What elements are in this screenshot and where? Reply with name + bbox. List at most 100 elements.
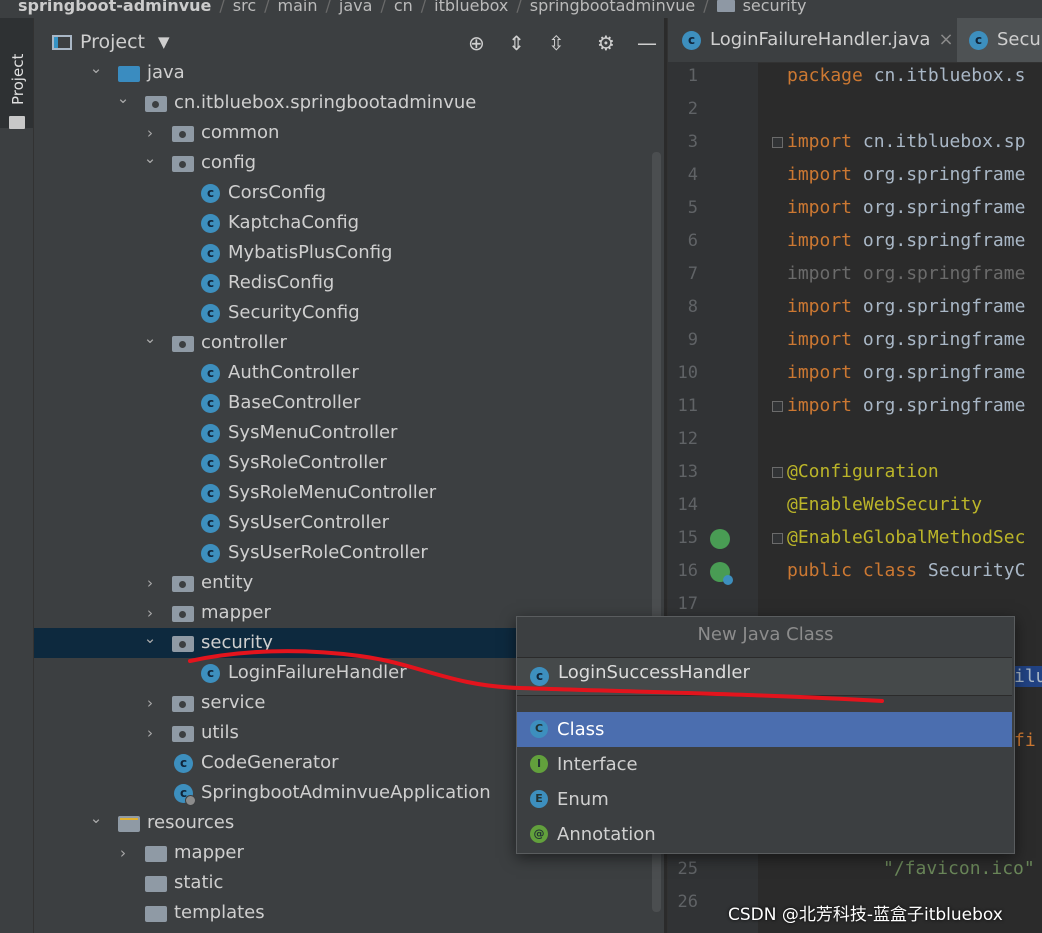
tree-item-label: CorsConfig [228,182,327,203]
chevron-down-icon[interactable]: ⌄ [88,803,104,833]
kind-option-enum[interactable]: E Enum [517,782,1012,817]
tree-item[interactable]: c SysRoleController [34,448,664,478]
tab-loginfailurehandler[interactable]: c LoginFailureHandler.java × [668,18,954,62]
kind-option-label: Annotation [557,824,656,845]
tree-item-label: LoginFailureHandler [228,662,407,683]
minimize-icon[interactable]: — [637,31,657,55]
line-number: 16 [677,561,698,581]
tree-item[interactable]: › common [34,118,664,148]
chevron-down-icon[interactable]: ⌄ [88,53,104,83]
breadcrumb-item[interactable]: itbluebox [434,0,508,13]
tree-item-label: utils [201,722,239,743]
tree-item[interactable]: ⌄ config [34,148,664,178]
breadcrumb-separator: / [516,0,522,15]
chevron-right-icon[interactable]: › [142,688,158,718]
code-line: @EnableGlobalMethodSec [787,527,1025,548]
folder-icon [145,876,167,892]
class-icon: c [201,454,220,473]
tree-item-label: KaptchaConfig [228,212,360,233]
class-icon: c [201,244,220,263]
spring-bean-icon[interactable] [710,562,733,585]
locate-icon[interactable]: ⊕ [468,31,485,55]
breadcrumb-item[interactable]: springboot-adminvue [0,0,211,13]
tree-item[interactable]: c SysRoleMenuController [34,478,664,508]
chevron-right-icon[interactable]: › [142,568,158,598]
tree-item[interactable]: c KaptchaConfig [34,208,664,238]
chevron-down-icon[interactable]: ⌄ [142,323,158,353]
tree-item[interactable]: c SysUserController [34,508,664,538]
tree-item[interactable]: c SysUserRoleController [34,538,664,568]
class-name-input[interactable]: c LoginSuccessHandler [517,657,1012,696]
project-view-selector[interactable]: Project [80,31,145,53]
code-token: cn.itbluebox.s [873,65,1026,86]
kind-option-annotation[interactable]: @ Annotation [517,817,1012,852]
tree-item[interactable]: static [34,868,664,898]
tree-item[interactable]: c CorsConfig [34,178,664,208]
line-number: 2 [687,99,698,119]
class-icon: c [682,31,701,50]
tree-item-label: templates [174,902,265,923]
package-icon [172,126,194,142]
code-token: import [787,230,863,251]
kind-option-class[interactable]: C Class [517,712,1012,747]
expand-all-icon[interactable]: ⇕ [508,31,525,55]
fold-marker-icon[interactable] [772,137,783,148]
gear-icon[interactable]: ⚙ [597,31,615,55]
code-line: import org.springframe [787,296,1025,317]
breadcrumb-item[interactable]: java [339,0,373,13]
tree-item[interactable]: ⌄ cn.itbluebox.springbootadminvue [34,88,664,118]
code-line: import org.springframe [787,329,1025,350]
breadcrumb-item[interactable]: main [278,0,318,13]
breadcrumb-item[interactable]: springbootadminvue [530,0,695,13]
package-icon [172,696,194,712]
breadcrumb-separator: / [380,0,386,15]
project-panel-header: Project ▼ ⊕ ⇕ ⇳ ⚙ — [34,28,664,58]
code-fragment: ilu [1014,666,1042,687]
fold-marker-icon[interactable] [772,467,783,478]
project-tool-button[interactable]: Project [0,18,33,129]
tab-securityconfig[interactable]: c Secur [957,18,1042,62]
line-number: 7 [687,264,698,284]
folder-icon [9,116,25,129]
tree-item[interactable]: templates [34,898,664,928]
tree-item[interactable]: c SysMenuController [34,418,664,448]
tree-item[interactable]: c AuthController [34,358,664,388]
collapse-all-icon[interactable]: ⇳ [548,31,565,55]
code-token: package [787,65,874,86]
fold-marker-icon[interactable] [772,533,783,544]
project-tool-label: Project [9,53,27,105]
tree-item[interactable]: c RedisConfig [34,268,664,298]
line-number: 13 [677,462,698,482]
chevron-right-icon[interactable]: › [115,838,131,868]
class-name-value[interactable]: LoginSuccessHandler [558,662,750,683]
tree-item-label: config [201,152,257,173]
code-token: @Configuration [787,461,939,482]
code-token: "/favicon.ico" [883,858,1035,879]
chevron-right-icon[interactable]: › [142,718,158,748]
code-token: org.springframe [862,329,1026,350]
fold-marker-icon[interactable] [772,401,783,412]
code-line: @EnableWebSecurity [787,494,982,515]
kind-option-interface[interactable]: I Interface [517,747,1012,782]
chevron-down-icon[interactable]: ⌄ [142,143,158,173]
breadcrumb-item[interactable]: security [743,0,807,13]
code-token: import [787,362,863,383]
code-token: SecurityC [927,560,1026,581]
tree-item[interactable]: › entity [34,568,664,598]
tree-item[interactable]: c MybatisPlusConfig [34,238,664,268]
breadcrumb-item[interactable]: src [233,0,256,13]
class-icon: c [201,544,220,563]
chevron-down-icon[interactable]: ▼ [158,33,170,51]
breadcrumb-item[interactable]: cn [394,0,413,13]
spring-config-icon[interactable] [710,529,730,549]
project-view-icon [52,35,72,50]
chevron-down-icon[interactable]: ⌄ [115,83,131,113]
tree-item[interactable]: c SecurityConfig [34,298,664,328]
chevron-down-icon[interactable]: ⌄ [142,623,158,653]
tree-item[interactable]: c BaseController [34,388,664,418]
code-token: cn.itbluebox.sp [862,131,1026,152]
tree-item[interactable]: ⌄ controller [34,328,664,358]
tree-item-label: SysMenuController [228,422,398,443]
close-icon[interactable]: × [938,29,953,50]
package-icon [145,96,167,112]
